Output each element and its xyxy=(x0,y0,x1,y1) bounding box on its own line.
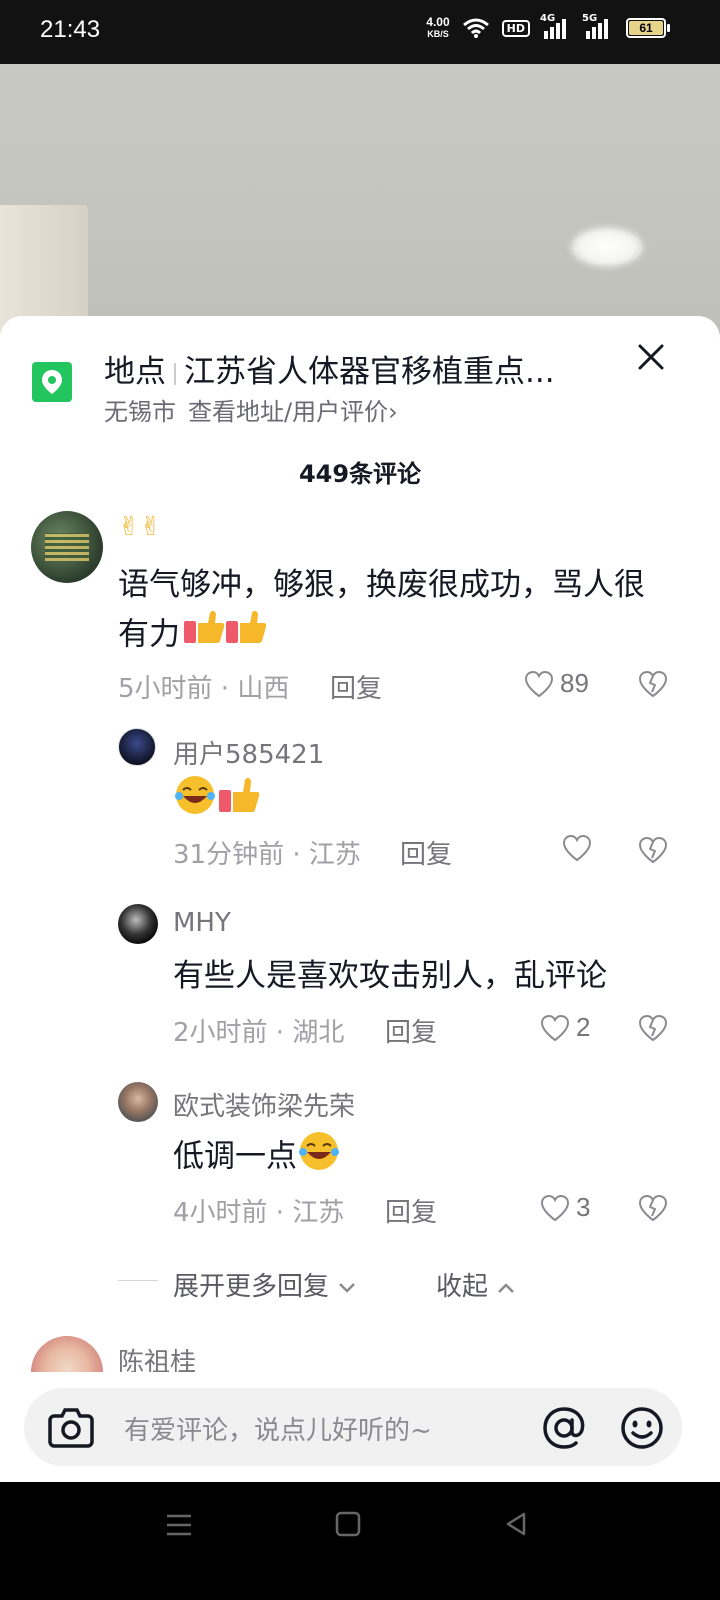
comment-input-bar[interactable]: 有爱评论，说点儿好听的~ xyxy=(24,1388,682,1466)
heart-icon xyxy=(524,670,554,697)
reply-meta: 2小时前 · 湖北 xyxy=(173,1018,345,1048)
laugh-cry-emoji-icon xyxy=(173,774,261,830)
broken-heart-icon[interactable] xyxy=(638,1014,668,1046)
status-bar: 21:43 4.00 KB/S HD 4G 5G 61 xyxy=(0,0,720,64)
avatar[interactable] xyxy=(31,511,103,583)
expand-more-replies-button[interactable]: 展开更多回复 xyxy=(173,1266,357,1303)
location-pin-icon[interactable] xyxy=(32,362,72,402)
system-nav-bar xyxy=(0,1482,720,1600)
close-icon[interactable] xyxy=(634,340,668,374)
collapse-replies-button[interactable]: 收起 xyxy=(436,1266,516,1303)
comments-sheet: 地点 江苏省人体器官移植重点... 无锡市 查看地址/用户评价› 449条评论 ✌✌… xyxy=(0,316,720,1482)
reply-text xyxy=(173,774,261,830)
chevron-down-icon xyxy=(339,1282,356,1293)
reply-button[interactable]: 回复 xyxy=(400,834,452,871)
video-ceiling-lamp xyxy=(572,228,642,266)
back-icon[interactable] xyxy=(502,1510,530,1538)
like-button[interactable]: 89 xyxy=(524,668,589,699)
broken-heart-icon[interactable] xyxy=(638,836,668,868)
like-count: 3 xyxy=(576,1192,591,1222)
reply-text: 低调一点 xyxy=(173,1130,341,1186)
video-background[interactable] xyxy=(0,64,720,344)
comment-username[interactable]: ✌✌ xyxy=(118,512,162,542)
avatar[interactable] xyxy=(118,728,156,766)
heart-icon xyxy=(540,1194,570,1221)
comment-meta: 5小时前 · 山西 xyxy=(118,674,290,704)
avatar[interactable] xyxy=(118,1082,158,1122)
avatar[interactable] xyxy=(118,904,158,944)
location-label: 地点 xyxy=(104,354,166,390)
signal-5g-icon: 5G xyxy=(582,13,614,39)
at-icon[interactable] xyxy=(542,1406,586,1450)
like-count: 89 xyxy=(560,668,589,698)
reply-text: 有些人是喜欢攻击别人，乱评论 xyxy=(173,958,607,994)
broken-heart-icon[interactable] xyxy=(638,670,668,702)
reply-button[interactable]: 回复 xyxy=(385,1012,437,1049)
reply-button[interactable]: 回复 xyxy=(385,1192,437,1229)
expand-divider xyxy=(118,1280,158,1281)
chevron-up-icon xyxy=(498,1282,515,1293)
heart-icon xyxy=(540,1014,570,1041)
reply-username[interactable]: 欧式装饰梁先荣 xyxy=(173,1086,355,1123)
menu-icon[interactable] xyxy=(164,1510,194,1540)
wifi-icon xyxy=(462,18,489,38)
smiley-icon[interactable] xyxy=(620,1406,664,1450)
comment-count: 449条评论 xyxy=(298,460,422,488)
heart-icon xyxy=(562,834,592,862)
location-city: 无锡市 xyxy=(104,398,176,426)
like-button[interactable]: 2 xyxy=(540,1012,590,1043)
reply-meta: 31分钟前 · 江苏 xyxy=(173,840,361,870)
reply-username[interactable]: 用户585421 xyxy=(173,734,324,771)
location-subtitle[interactable]: 无锡市 查看地址/用户评价› xyxy=(104,392,398,427)
thumbs-up-emoji-icon xyxy=(182,609,267,663)
like-count: 2 xyxy=(576,1012,591,1042)
location-name: 江苏省人体器官移植重点... xyxy=(184,354,555,390)
like-button[interactable] xyxy=(562,834,592,862)
laugh-cry-emoji-icon xyxy=(297,1130,341,1186)
signal-4g-icon: 4G xyxy=(540,13,572,39)
location-details-link[interactable]: 查看地址/用户评价› xyxy=(188,398,398,426)
camera-icon[interactable] xyxy=(48,1406,94,1448)
reply-meta: 4小时前 · 江苏 xyxy=(173,1198,345,1228)
hd-voice-icon: HD xyxy=(501,19,530,37)
network-speed: 4.00 KB/S xyxy=(426,15,450,39)
reply-username[interactable]: MHY xyxy=(173,908,231,938)
reply-button[interactable]: 回复 xyxy=(330,668,382,705)
battery-icon: 61 xyxy=(626,18,670,38)
home-icon[interactable] xyxy=(334,1510,362,1538)
status-icons: 4.00 KB/S HD 4G 5G 61 xyxy=(426,13,670,40)
broken-heart-icon[interactable] xyxy=(638,1194,668,1226)
comment-input[interactable]: 有爱评论，说点儿好听的~ xyxy=(124,1410,432,1447)
like-button[interactable]: 3 xyxy=(540,1192,590,1223)
comment-text: 语气够冲，够狠，换废很成功，骂人很有力 xyxy=(118,561,658,663)
location-title[interactable]: 地点 江苏省人体器官移植重点... xyxy=(104,346,604,391)
status-time: 21:43 xyxy=(40,16,101,43)
